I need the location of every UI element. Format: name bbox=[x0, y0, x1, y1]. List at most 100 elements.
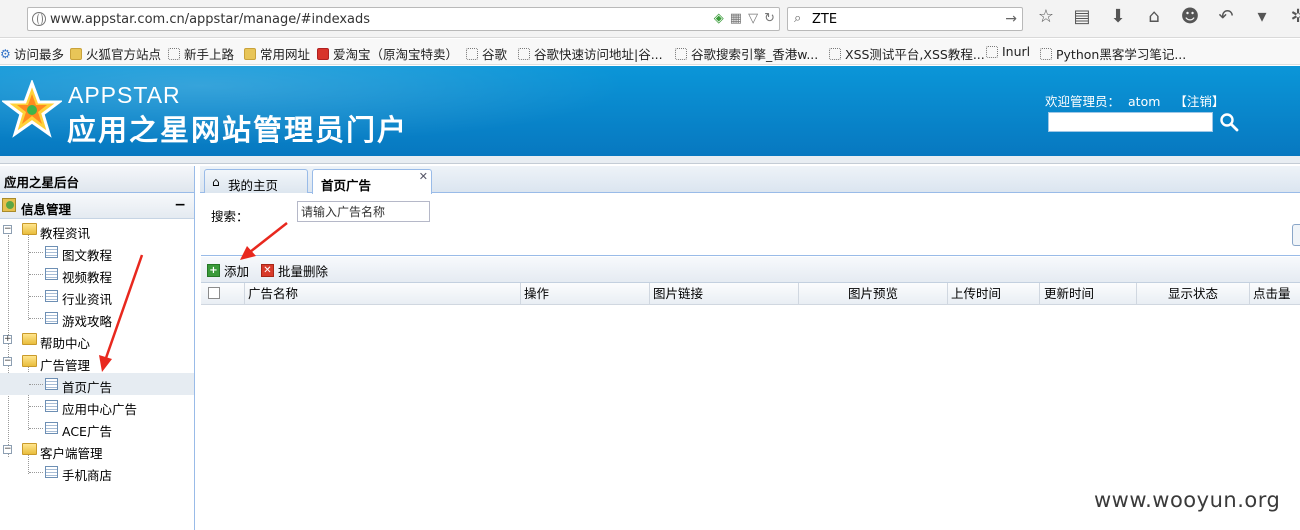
app-header: APPSTAR 应用之星网站管理员门户 欢迎管理员： atom 【注销】 bbox=[0, 66, 1300, 156]
sidebar-title-bar: 应用之星后台 « bbox=[0, 166, 194, 193]
ads-table-header: 广告名称 操作 图片链接 图片预览 上传时间 更新时间 显示状态 点击量 bbox=[201, 283, 1300, 305]
home-icon[interactable]: ⌂ bbox=[1142, 6, 1166, 27]
search-button[interactable] bbox=[1292, 224, 1300, 246]
reading-list-icon[interactable]: ▤ bbox=[1070, 6, 1094, 27]
close-tab-icon[interactable]: ✕ bbox=[419, 170, 428, 183]
chat-icon[interactable]: ☻ bbox=[1178, 6, 1202, 27]
page-icon bbox=[829, 47, 841, 60]
reload-icon[interactable]: ↻ bbox=[764, 11, 775, 26]
tree-item-video-tutorials[interactable]: 视频教程 bbox=[0, 263, 194, 285]
address-bar[interactable]: www.appstar.com.cn/appstar/manage/#index… bbox=[27, 7, 780, 31]
tab-strip: ⌂ 我的主页 首页广告 ✕ bbox=[200, 166, 1300, 194]
collapse-node-icon[interactable]: − bbox=[3, 445, 12, 454]
gear-icon: ⚙ bbox=[0, 46, 11, 61]
browser-toolbar: www.appstar.com.cn/appstar/manage/#index… bbox=[0, 0, 1300, 38]
folder-icon bbox=[22, 355, 37, 367]
tree-item-mobile-store[interactable]: 手机商店 bbox=[0, 461, 194, 483]
url-text: www.appstar.com.cn/appstar/manage/#index… bbox=[50, 12, 371, 27]
logout-link[interactable]: 【注销】 bbox=[1174, 94, 1224, 109]
page-icon bbox=[45, 422, 58, 434]
tree-folder-help-center[interactable]: + 帮助中心 bbox=[0, 329, 194, 351]
column-header[interactable]: 上传时间 bbox=[948, 283, 1040, 305]
tree-folder-ad-management[interactable]: − 广告管理 bbox=[0, 351, 194, 373]
home-icon: ⌂ bbox=[212, 175, 220, 189]
browser-search-box[interactable]: ⌕ ZTE → bbox=[787, 7, 1023, 31]
folder-icon bbox=[22, 443, 37, 455]
collapse-node-icon[interactable]: − bbox=[3, 357, 12, 366]
bookmark-star-icon[interactable]: ☆ bbox=[1034, 6, 1058, 27]
bookmark-item[interactable]: 火狐官方站点 bbox=[70, 44, 161, 63]
column-header[interactable]: 显示状态 bbox=[1137, 283, 1250, 305]
welcome-text: 欢迎管理员： atom 【注销】 bbox=[1045, 91, 1224, 110]
page-icon bbox=[466, 47, 478, 60]
add-button[interactable]: + 添加 bbox=[207, 261, 249, 280]
page-icon bbox=[986, 45, 998, 58]
bookmark-item[interactable]: 谷歌 bbox=[466, 44, 507, 63]
column-header[interactable]: 广告名称 bbox=[245, 283, 521, 305]
extension-icon[interactable]: ✲ bbox=[1286, 6, 1300, 27]
select-all-checkbox[interactable] bbox=[208, 287, 220, 299]
column-header[interactable]: 图片链接 bbox=[650, 283, 799, 305]
bookmark-item[interactable]: XSS测试平台,XSS教程... bbox=[829, 44, 985, 63]
tree-item-game-guides[interactable]: 游戏攻略 bbox=[0, 307, 194, 329]
download-icon[interactable]: ⬇ bbox=[1106, 6, 1130, 27]
tree-item-app-center-ads[interactable]: 应用中心广告 bbox=[0, 395, 194, 417]
go-arrow-icon[interactable]: → bbox=[1005, 11, 1017, 27]
collapse-group-icon[interactable]: − bbox=[174, 197, 186, 213]
page-icon bbox=[518, 47, 530, 60]
sidebar-group-header[interactable]: 信息管理 − bbox=[0, 193, 194, 219]
tree-item-industry-news[interactable]: 行业资讯 bbox=[0, 285, 194, 307]
column-header[interactable]: 操作 bbox=[521, 283, 650, 305]
grid-toolbar: + 添加 ✕ 批量删除 bbox=[201, 257, 1300, 283]
collapse-node-icon[interactable]: − bbox=[3, 225, 12, 234]
bookmark-item[interactable]: 新手上路 bbox=[168, 44, 234, 63]
column-header[interactable]: 图片预览 bbox=[799, 283, 948, 305]
appstar-logo-icon bbox=[2, 80, 62, 138]
search-icon[interactable] bbox=[1219, 112, 1239, 132]
column-header[interactable]: 更新时间 bbox=[1040, 283, 1137, 305]
header-divider bbox=[0, 156, 1300, 164]
brand-name-cn: 应用之星网站管理员门户 bbox=[67, 113, 409, 147]
folder-icon bbox=[70, 47, 82, 60]
bookmark-item[interactable]: Inurl bbox=[986, 44, 1030, 59]
page-icon bbox=[45, 246, 58, 258]
menu-dropdown-icon[interactable]: ▾ bbox=[1250, 6, 1274, 27]
page-icon bbox=[45, 290, 58, 302]
page-icon bbox=[45, 268, 58, 280]
search-panel: 搜索： bbox=[201, 194, 1300, 256]
tree-folder-client-management[interactable]: − 客户端管理 bbox=[0, 439, 194, 461]
column-header[interactable]: 点击量 bbox=[1250, 283, 1300, 305]
page-icon bbox=[45, 466, 58, 478]
taobao-icon bbox=[317, 47, 329, 60]
page-icon bbox=[45, 312, 58, 324]
qr-code-icon[interactable]: ▦ bbox=[730, 11, 742, 26]
header-search-input[interactable] bbox=[1048, 112, 1213, 132]
collapse-sidebar-icon[interactable]: « bbox=[4, 169, 188, 188]
bookmark-item[interactable]: Python黑客学习笔记... bbox=[1040, 44, 1186, 63]
tree-item-homepage-ads[interactable]: 首页广告 bbox=[0, 373, 194, 395]
browser-search-value: ZTE bbox=[812, 12, 838, 27]
bookmark-item[interactable]: 谷歌搜索引擎_香港w... bbox=[675, 44, 818, 63]
brand-name-en: APPSTAR bbox=[68, 82, 181, 108]
bookmark-item[interactable]: 常用网址 bbox=[244, 44, 310, 63]
ad-name-search-input[interactable] bbox=[297, 201, 430, 222]
expand-node-icon[interactable]: + bbox=[3, 335, 12, 344]
batch-delete-button[interactable]: ✕ 批量删除 bbox=[261, 261, 328, 280]
select-all-column bbox=[201, 283, 245, 305]
page-icon bbox=[675, 47, 687, 60]
undo-icon[interactable]: ↶ bbox=[1214, 6, 1238, 27]
tree-item-graphic-tutorials[interactable]: 图文教程 bbox=[0, 241, 194, 263]
tab-my-homepage[interactable]: ⌂ 我的主页 bbox=[204, 169, 308, 193]
tree-folder-tutorials[interactable]: − 教程资讯 bbox=[0, 219, 194, 241]
tree-item-ace-ads[interactable]: ACE广告 bbox=[0, 417, 194, 439]
page-icon bbox=[45, 378, 58, 390]
admin-username: atom bbox=[1128, 94, 1161, 109]
tab-homepage-ads[interactable]: 首页广告 ✕ bbox=[312, 169, 432, 194]
delete-icon: ✕ bbox=[261, 264, 274, 277]
bookmark-item[interactable]: 谷歌快速访问地址|谷... bbox=[518, 44, 663, 63]
shield-icon[interactable]: ◈ bbox=[714, 11, 724, 26]
folder-icon bbox=[22, 223, 37, 235]
bookmark-item[interactable]: ⚙ 访问最多 bbox=[0, 44, 64, 63]
bookmark-item[interactable]: 爱淘宝（原淘宝特卖） bbox=[317, 44, 458, 63]
dropdown-arrow-icon[interactable]: ▽ bbox=[748, 11, 758, 26]
